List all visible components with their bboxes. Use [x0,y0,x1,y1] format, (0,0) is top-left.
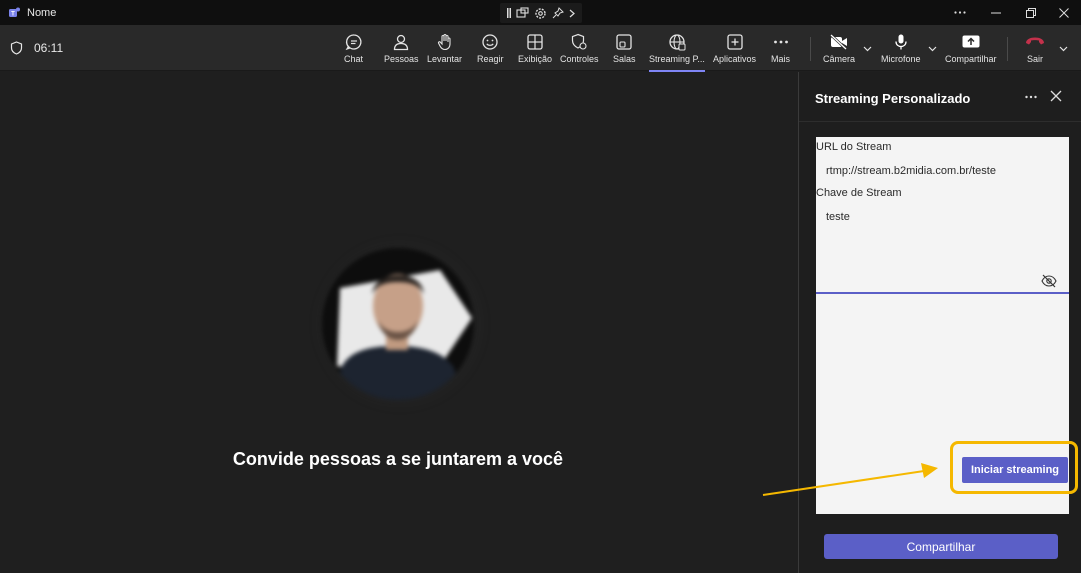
rooms-label: Salas [613,54,636,64]
meeting-toolbar: 06:11 Chat Pessoas Levantar Reagir Exibi… [0,25,1081,72]
controls-button[interactable]: Controles [560,33,599,67]
minimize-icon[interactable] [979,0,1013,25]
invite-message: Convide pessoas a se juntarem a você [232,449,564,469]
camera-button[interactable]: Câmera [823,33,855,67]
streaming-label: Streaming P... [649,54,705,64]
pin-icon[interactable] [552,7,565,19]
grid-view-icon [527,34,543,50]
microphone-options-chevron-icon[interactable] [926,43,938,55]
person-icon [394,34,409,51]
stream-key-field[interactable]: teste [826,211,850,223]
timer-text: 06:11 [34,41,64,55]
leave-label: Sair [1026,54,1043,64]
toolbar-divider-2 [1007,37,1008,61]
share-screen-button[interactable]: Compartilhar [945,33,997,67]
view-label: Exibição [518,54,553,64]
react-button[interactable]: Reagir [477,33,504,67]
restore-icon[interactable] [1014,0,1048,25]
hide-password-eye-icon[interactable] [1041,274,1057,288]
view-button[interactable]: Exibição [518,33,552,67]
smiley-icon [482,34,498,50]
breakout-rooms-icon [616,34,632,50]
title-tools [500,3,582,23]
share-screen-icon [962,35,980,48]
share-button[interactable]: Compartilhar [824,534,1058,559]
shield-settings-icon [572,33,587,50]
title-bar: T Nome [0,0,1081,25]
leave-button[interactable]: Sair [1024,33,1046,67]
settings-gear-icon[interactable] [534,7,547,20]
microphone-icon [895,34,907,50]
react-label: Reagir [477,54,504,64]
window-more-icon[interactable] [943,0,977,25]
drag-handle-icon[interactable] [506,8,511,18]
stream-key-label: Chave de Stream [816,187,902,199]
controls-label: Controles [560,54,599,64]
microphone-label: Microfone [881,54,921,64]
more-button[interactable]: Mais [771,33,790,67]
camera-off-icon [830,34,847,50]
meeting-timer: 06:11 [10,41,63,55]
raise-hand-label: Levantar [427,54,463,64]
window-title: Nome [27,7,57,19]
chat-button[interactable]: Chat [344,33,363,67]
rooms-button[interactable]: Salas [613,33,636,67]
camera-options-chevron-icon[interactable] [861,43,873,55]
chat-label: Chat [344,54,364,64]
streaming-panel: Streaming Personalizado URL do Stream rt… [798,72,1081,573]
hand-icon [437,33,451,51]
participant-avatar [322,248,474,400]
shield-icon [10,41,23,55]
panel-header: Streaming Personalizado [799,72,1081,122]
streaming-button[interactable]: Streaming P... [649,33,705,72]
stream-key-underline [816,292,1069,294]
toolbar-divider [810,37,811,61]
people-label: Pessoas [384,54,419,64]
close-icon[interactable] [1049,89,1063,103]
raise-hand-button[interactable]: Levantar [427,33,462,67]
more-label: Mais [771,54,791,64]
panel-more-icon[interactable] [1024,90,1038,104]
panel-title: Streaming Personalizado [815,91,971,106]
teams-logo-icon: T [9,7,20,18]
svg-text:T: T [11,12,15,18]
avatar-image [322,248,474,400]
apps-label: Aplicativos [713,54,757,64]
apps-button[interactable]: Aplicativos [713,33,756,67]
people-button[interactable]: Pessoas [384,33,419,67]
add-app-icon [726,34,743,50]
camera-label: Câmera [823,54,856,64]
highlight-box [950,441,1078,494]
microphone-button[interactable]: Microfone [881,33,921,67]
close-window-icon[interactable] [1047,0,1081,25]
chat-icon [345,34,362,51]
stream-url-field[interactable]: rtmp://stream.b2midia.com.br/teste [826,165,996,177]
stream-url-label: URL do Stream [816,141,892,153]
more-dots-icon [773,40,788,44]
hang-up-icon [1026,37,1044,45]
globe-icon [669,34,686,51]
share-screen-label: Compartilhar [945,54,997,64]
chevron-right-icon[interactable] [569,9,576,18]
popout-icon[interactable] [516,7,529,19]
leave-options-chevron-icon[interactable] [1057,43,1069,55]
